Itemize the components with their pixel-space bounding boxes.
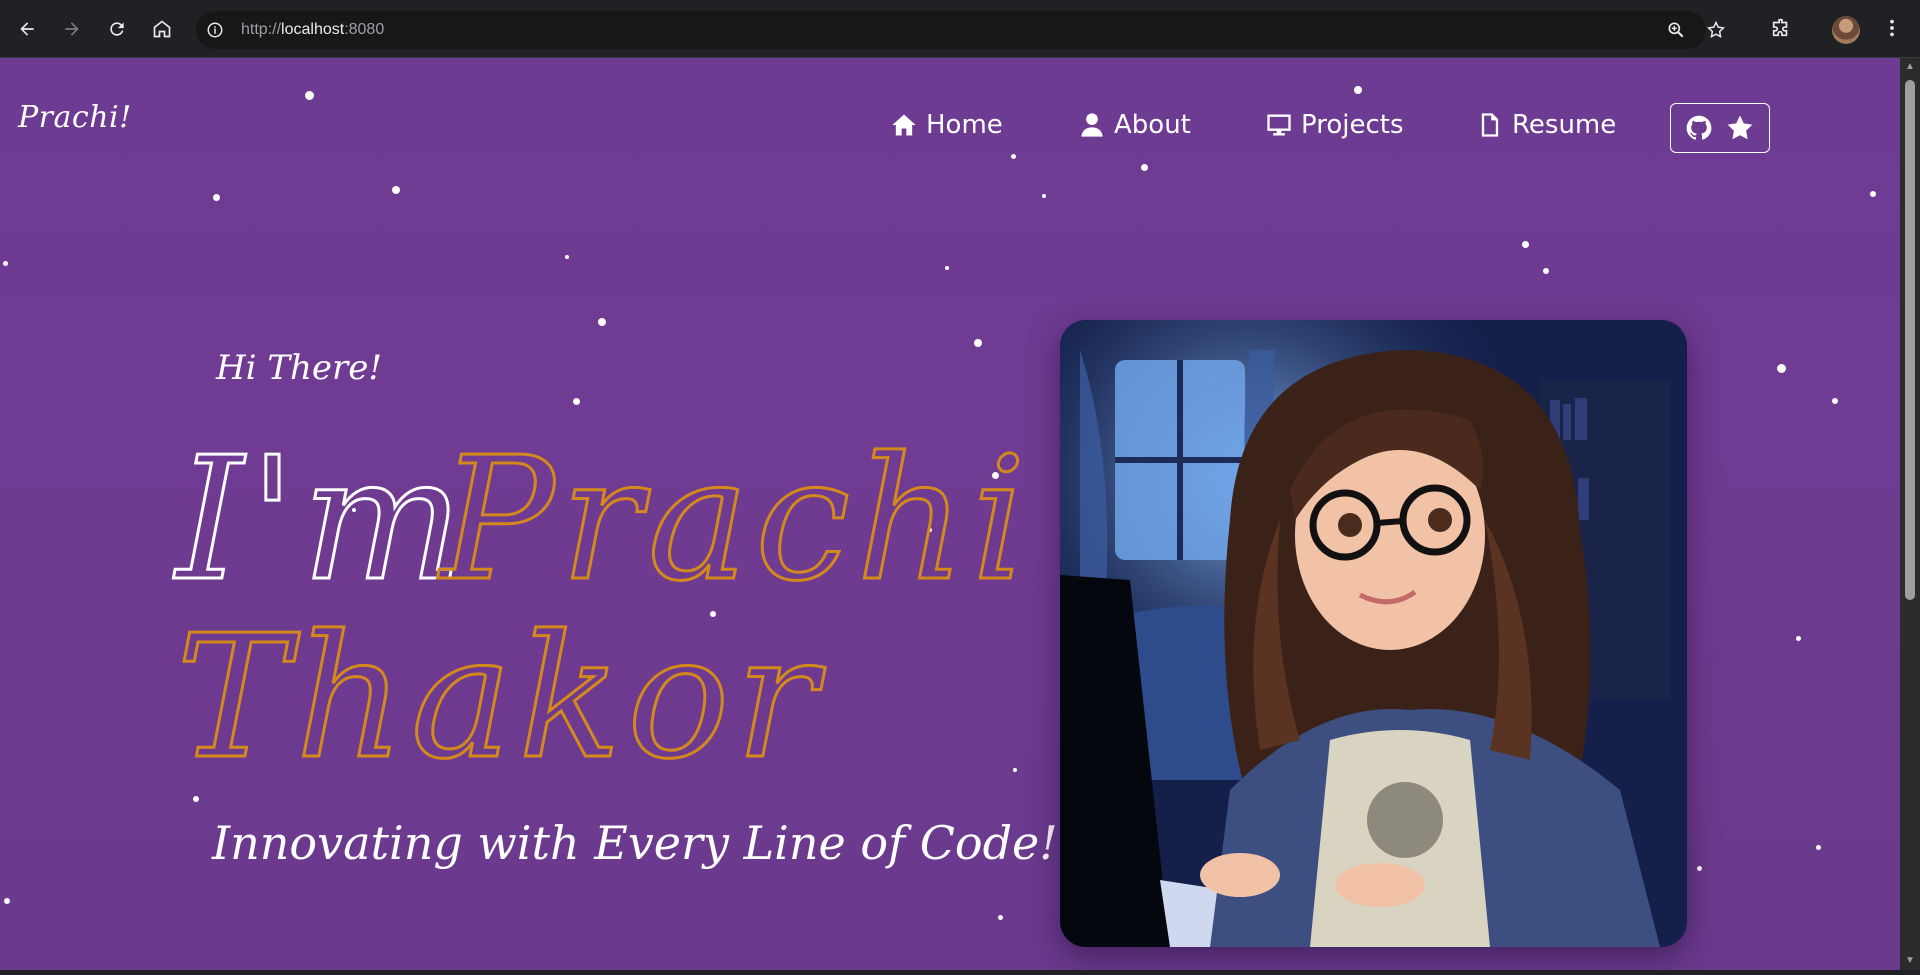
star-icon bbox=[1727, 115, 1753, 140]
scroll-up-icon[interactable]: ▲ bbox=[1905, 62, 1915, 72]
scrollbar-thumb[interactable] bbox=[1905, 80, 1915, 600]
github-star-button[interactable] bbox=[1670, 103, 1770, 153]
home-icon bbox=[892, 114, 916, 136]
home-outline-icon bbox=[153, 20, 171, 38]
arrow-left-icon bbox=[20, 22, 34, 36]
star-particle bbox=[4, 898, 10, 904]
kebab-menu-icon bbox=[1890, 19, 1894, 37]
star-particle bbox=[1697, 866, 1702, 871]
browser-menu-button[interactable] bbox=[1878, 14, 1906, 42]
info-icon[interactable] bbox=[206, 21, 224, 39]
star-particle bbox=[974, 339, 982, 347]
hero-portrait-image bbox=[1060, 320, 1687, 947]
arrow-right-icon bbox=[65, 22, 79, 36]
extensions-button[interactable] bbox=[1767, 14, 1795, 42]
star-particle bbox=[573, 398, 580, 405]
star-particle bbox=[1354, 86, 1362, 94]
forward-button[interactable] bbox=[56, 13, 88, 45]
zoom-icon[interactable] bbox=[1666, 20, 1686, 40]
url-port: :8080 bbox=[344, 21, 385, 38]
last-name: Thakor bbox=[176, 599, 826, 797]
star-particle bbox=[945, 266, 949, 270]
bookmark-star-icon[interactable] bbox=[1706, 20, 1726, 40]
reload-icon bbox=[110, 22, 124, 36]
url-protocol: http:// bbox=[241, 21, 282, 38]
star-particle bbox=[1013, 768, 1017, 772]
greeting-text: Hi There! bbox=[216, 348, 383, 388]
nav-projects-label: Projects bbox=[1301, 110, 1404, 140]
star-particle bbox=[392, 186, 400, 194]
puzzle-icon bbox=[1772, 18, 1788, 37]
portrait-illustration bbox=[1060, 320, 1687, 947]
star-particle bbox=[998, 915, 1003, 920]
first-name: Prachi bbox=[437, 421, 1032, 619]
star-particle bbox=[213, 194, 220, 201]
window-bottom-edge bbox=[0, 970, 1920, 975]
url-text[interactable]: http://localhost:8080 bbox=[241, 21, 384, 39]
nav-resume-label: Resume bbox=[1512, 110, 1617, 140]
reload-button[interactable] bbox=[101, 13, 133, 45]
address-bar[interactable]: http://localhost:8080 bbox=[196, 11, 1725, 49]
site-logo[interactable]: Prachi! bbox=[18, 100, 132, 135]
star-particle bbox=[3, 261, 8, 266]
nav-projects[interactable]: Projects bbox=[1265, 110, 1404, 140]
star-particle bbox=[1522, 241, 1529, 248]
star-particle bbox=[1832, 398, 1838, 404]
url-host: localhost bbox=[281, 21, 345, 38]
page-scrollbar[interactable]: ▲ ▼ bbox=[1900, 58, 1920, 970]
github-icon bbox=[1686, 115, 1712, 140]
monitor-icon bbox=[1267, 114, 1291, 136]
profile-avatar[interactable] bbox=[1832, 16, 1860, 44]
star-particle bbox=[598, 318, 606, 326]
star-particle bbox=[565, 255, 569, 259]
hero-tagline: Innovating with Every Line of Code! bbox=[212, 816, 1058, 870]
hero-name-heading: I'm Prachi Thakor bbox=[172, 420, 1028, 799]
home-browser-button[interactable] bbox=[146, 13, 178, 45]
nav-home[interactable]: Home bbox=[890, 110, 1003, 140]
star-particle bbox=[1011, 154, 1016, 159]
nav-about[interactable]: About bbox=[1078, 110, 1191, 140]
nav-resume[interactable]: Resume bbox=[1476, 110, 1616, 140]
portfolio-page: Prachi! Home About Projects Resume Hi Th… bbox=[0, 58, 1900, 970]
star-particle bbox=[1777, 364, 1786, 373]
star-particle bbox=[1141, 164, 1148, 171]
browser-toolbar: http://localhost:8080 bbox=[0, 0, 1920, 58]
scroll-down-icon[interactable]: ▼ bbox=[1905, 956, 1915, 966]
star-particle bbox=[1042, 194, 1046, 198]
star-particle bbox=[305, 91, 314, 100]
nav-home-label: Home bbox=[926, 110, 1003, 140]
nav-about-label: About bbox=[1114, 110, 1191, 140]
star-particle bbox=[1816, 845, 1821, 850]
star-particle bbox=[1870, 191, 1876, 197]
name-prefix: I'm bbox=[173, 421, 469, 619]
back-button[interactable] bbox=[11, 13, 43, 45]
user-icon bbox=[1081, 113, 1103, 137]
star-particle bbox=[1796, 636, 1801, 641]
file-icon bbox=[1481, 113, 1499, 137]
star-particle bbox=[1543, 268, 1549, 274]
